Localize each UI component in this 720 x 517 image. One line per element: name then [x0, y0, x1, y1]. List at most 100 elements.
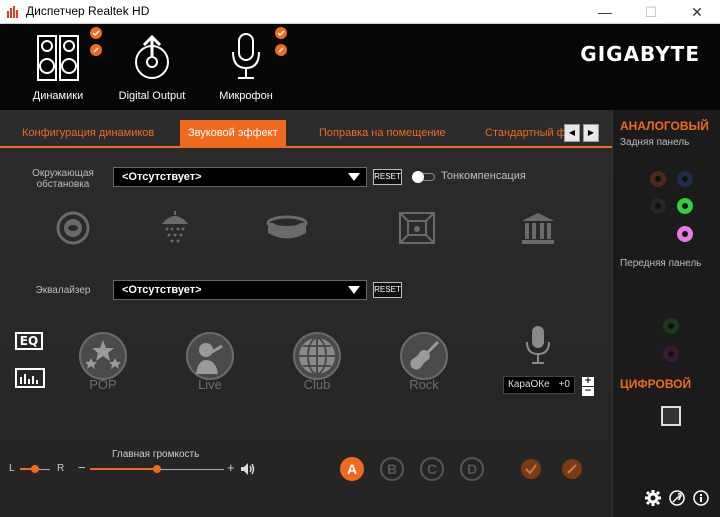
- device-label: Digital Output: [118, 90, 186, 102]
- karaoke-microphone-icon: [526, 326, 550, 364]
- balance-right-label: R: [57, 463, 65, 474]
- rear-jack-pink-icon[interactable]: [677, 226, 693, 242]
- device-tab-speakers[interactable]: Динамики: [20, 24, 102, 114]
- check-settings-button[interactable]: [521, 459, 541, 479]
- connector-settings-button[interactable]: [562, 459, 582, 479]
- karaoke-level-display: КараОКе +0: [503, 376, 575, 394]
- device-tab-digital-output[interactable]: Digital Output: [110, 24, 194, 110]
- sewer-pipe-icon[interactable]: [56, 211, 90, 245]
- concert-hall-icon[interactable]: [520, 211, 556, 245]
- karaoke-increase-button[interactable]: +: [582, 377, 594, 386]
- stars-icon: [85, 340, 121, 369]
- preset-pop-button[interactable]: [79, 332, 127, 380]
- karaoke-value: +0: [558, 379, 570, 390]
- tab-room-correction[interactable]: Поправка на помещение: [319, 120, 446, 146]
- digital-connector-icon[interactable]: [661, 406, 681, 426]
- toggle-knob: [412, 171, 424, 183]
- digital-title: ЦИФРОВОЙ: [620, 377, 692, 391]
- equalizer-label: Эквалайзер: [35, 285, 91, 296]
- front-jack-green-icon[interactable]: [663, 318, 679, 334]
- equalizer-select[interactable]: <Отсутствует>: [113, 280, 367, 300]
- device-bar: Динамики Digital Output Микрофон GIGABYT…: [0, 24, 720, 114]
- speaker-connector-badge-icon[interactable]: [90, 44, 102, 56]
- device-label: Динамики: [32, 90, 84, 102]
- preset-rock-button[interactable]: [400, 332, 448, 380]
- equalizer-reset-button[interactable]: RESET: [373, 282, 402, 298]
- disco-ball-icon: [299, 337, 335, 375]
- speaker-icon: [37, 35, 79, 81]
- check-icon: [525, 464, 537, 475]
- preset-club-button[interactable]: [293, 332, 341, 380]
- close-window-button[interactable]: ✕: [674, 0, 720, 24]
- tab-scroll-left-button[interactable]: ◀: [564, 124, 580, 142]
- environment-reset-button[interactable]: RESET: [373, 169, 402, 185]
- maximize-button[interactable]: ☐: [628, 0, 674, 24]
- plug-icon: [567, 464, 577, 474]
- balance-left-label: L: [9, 463, 15, 474]
- microphone-connector-badge-icon[interactable]: [275, 44, 287, 56]
- profile-d-button[interactable]: D: [460, 457, 484, 481]
- tab-sound-effects[interactable]: Звуковой эффект: [180, 120, 286, 146]
- chevron-down-icon: [348, 286, 360, 294]
- tab-speaker-configuration[interactable]: Конфигурация динамиков: [22, 120, 154, 146]
- realtek-app-icon: [7, 6, 18, 18]
- environment-label-line1: Окружающая: [32, 168, 94, 179]
- microphone-check-badge-icon[interactable]: [275, 27, 287, 39]
- tab-default-format[interactable]: Стандартный ф: [485, 120, 566, 146]
- main-panel: Конфигурация динамиков Звуковой эффект П…: [0, 110, 612, 517]
- rear-jack-black-icon[interactable]: [650, 198, 666, 214]
- singer-icon: [196, 343, 223, 374]
- title-bar: Диспетчер Realtek HD — ☐ ✕: [0, 0, 720, 24]
- main-volume-label: Главная громкость: [112, 449, 200, 460]
- analog-title: АНАЛОГОВЫЙ: [620, 119, 709, 133]
- front-panel-label: Передняя панель: [620, 258, 702, 269]
- main-volume-slider-fill: [90, 468, 157, 470]
- profile-c-button[interactable]: C: [420, 457, 444, 481]
- wrench-icon[interactable]: [669, 490, 685, 506]
- karaoke-label: КараОКе: [508, 379, 550, 390]
- loudness-toggle[interactable]: [412, 171, 435, 183]
- environment-label: Окружающая обстановка: [20, 168, 106, 190]
- digital-output-icon: [135, 34, 169, 79]
- speaker-check-badge-icon[interactable]: [90, 27, 102, 39]
- profile-b-button[interactable]: B: [380, 457, 404, 481]
- rear-jack-green-icon[interactable]: [677, 198, 693, 214]
- profile-a-button[interactable]: A: [340, 457, 364, 481]
- loudness-label: Тонкомпенсация: [441, 170, 526, 182]
- rear-jack-orange-icon[interactable]: [650, 171, 666, 187]
- shower-icon[interactable]: [158, 209, 192, 245]
- front-jack-pink-icon[interactable]: [663, 346, 679, 362]
- preset-live-label: Live: [198, 377, 222, 392]
- environment-label-line2: обстановка: [36, 179, 90, 190]
- eq-button[interactable]: EQ: [15, 332, 43, 350]
- equalizer-selected-value: <Отсутствует>: [122, 284, 202, 296]
- window-title: Диспетчер Realtek HD: [26, 4, 150, 18]
- karaoke-decrease-button[interactable]: −: [582, 387, 594, 396]
- chevron-down-icon: [348, 173, 360, 181]
- minimize-button[interactable]: —: [582, 0, 628, 24]
- rear-panel-label: Задняя панель: [620, 137, 690, 148]
- tab-bar: Конфигурация динамиков Звуковой эффект П…: [0, 120, 612, 148]
- preset-live-button[interactable]: [186, 332, 234, 380]
- guitar-icon: [410, 340, 440, 370]
- rear-jack-blue-icon[interactable]: [677, 171, 693, 187]
- volume-minus-label: −: [78, 460, 86, 475]
- environment-select[interactable]: <Отсутствует>: [113, 167, 367, 187]
- info-icon[interactable]: [693, 490, 709, 506]
- microphone-icon: [232, 33, 260, 79]
- preset-rock-label: Rock: [409, 377, 439, 392]
- tab-scroll-right-button[interactable]: ▶: [583, 124, 599, 142]
- device-tab-microphone[interactable]: Микрофон: [210, 24, 287, 110]
- main-volume-slider-thumb[interactable]: [153, 465, 161, 473]
- stadium-icon[interactable]: [266, 214, 308, 242]
- connector-panel: АНАЛОГОВЫЙ Задняя панель Передняя панель…: [612, 110, 720, 517]
- environment-selected-value: <Отсутствует>: [122, 171, 202, 183]
- preset-pop-label: POP: [89, 377, 117, 392]
- gigabyte-logo: GIGABYTE: [580, 42, 700, 66]
- volume-speaker-icon[interactable]: [240, 462, 256, 476]
- balance-slider-thumb[interactable]: [31, 465, 39, 473]
- preset-club-label: Club: [303, 377, 331, 392]
- graphic-eq-icon[interactable]: [15, 368, 45, 388]
- gear-icon[interactable]: [645, 490, 661, 506]
- room-icon[interactable]: [398, 211, 436, 245]
